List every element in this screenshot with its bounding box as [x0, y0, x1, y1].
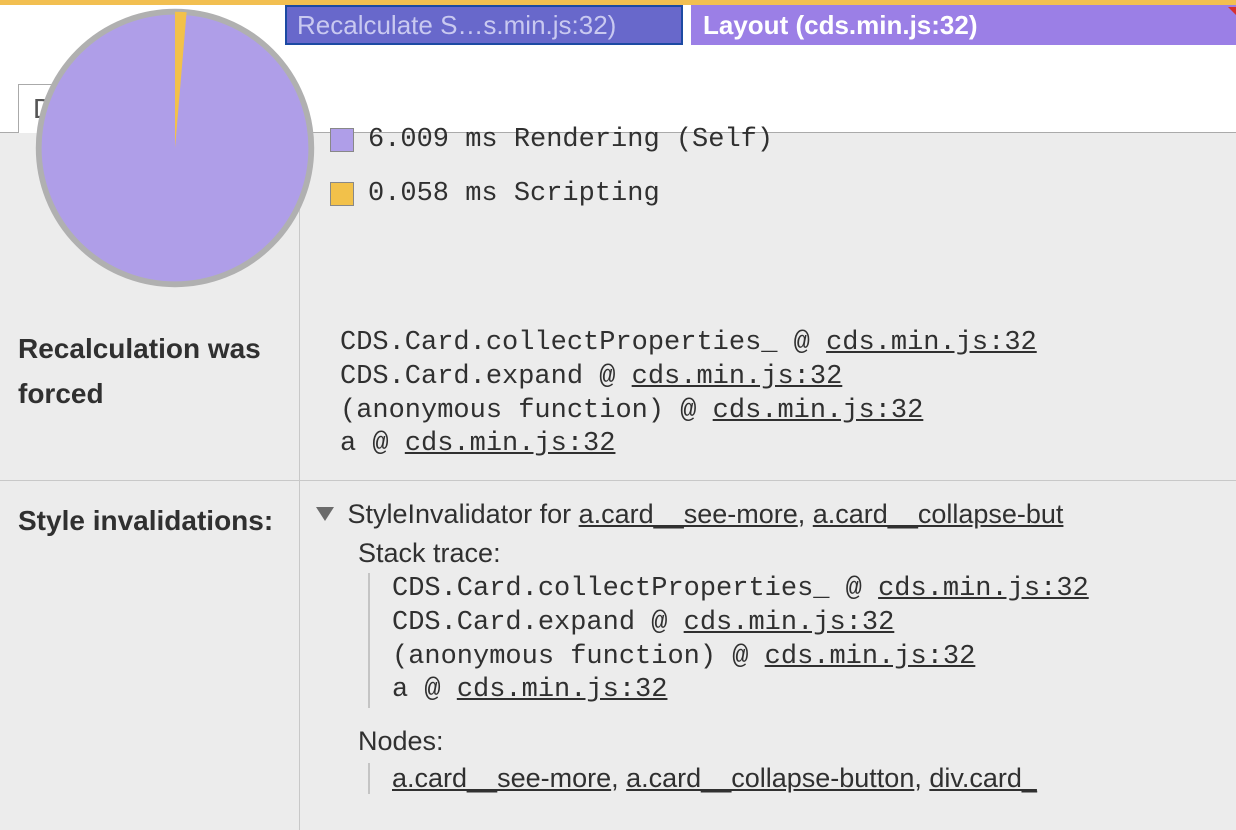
stack-source-link[interactable]: cds.min.js:32: [713, 396, 924, 426]
nodes-label: Nodes:: [358, 726, 1236, 757]
row-label: Recalculation was forced: [0, 309, 300, 480]
stack-source-link[interactable]: cds.min.js:32: [457, 675, 668, 705]
stack-at: @: [635, 608, 684, 638]
stack-fn: CDS.Card.collectProperties_: [392, 574, 829, 604]
disclosure-triangle-icon[interactable]: [316, 507, 334, 521]
legend-swatch-rendering-icon: [330, 128, 354, 152]
stack-at: @: [777, 328, 826, 358]
sep: ,: [914, 763, 929, 793]
stack-source-link[interactable]: cds.min.js:32: [684, 608, 895, 638]
stack-trace-section: Stack trace: CDS.Card.collectProperties_…: [358, 538, 1236, 794]
stack-trace-block: CDS.Card.collectProperties_ @ cds.min.js…: [368, 573, 1236, 708]
invalidator-prefix: StyleInvalidator for: [348, 499, 579, 529]
stack-source-link[interactable]: cds.min.js:32: [405, 429, 616, 459]
flame-bar-label: Recalculate S…s.min.js:32): [297, 10, 616, 41]
node-link[interactable]: a.card__see-more: [392, 763, 611, 793]
colon: :: [493, 538, 501, 568]
stack-at: @: [356, 429, 405, 459]
sep: ,: [611, 763, 626, 793]
stack-at: @: [829, 574, 878, 604]
legend-item-scripting: 0.058 ms Scripting: [330, 179, 773, 209]
stack-fn: a: [340, 429, 356, 459]
stack-source-link[interactable]: cds.min.js:32: [826, 328, 1037, 358]
flame-bar-label: Layout (cds.min.js:32): [703, 10, 978, 41]
stack-frame: a @ cds.min.js:32: [340, 428, 1236, 462]
row-value-tree: StyleInvalidator for a.card__see-more, a…: [300, 481, 1236, 830]
row-label: Style invalidations:: [0, 481, 300, 830]
pie-chart-icon: [30, 3, 320, 293]
stack-frame: CDS.Card.collectProperties_ @ cds.min.js…: [392, 573, 1236, 607]
stack-frame: CDS.Card.expand @ cds.min.js:32: [340, 361, 1236, 395]
node-link[interactable]: a.card__collapse-button: [626, 763, 914, 793]
stack-frame: CDS.Card.expand @ cds.min.js:32: [392, 607, 1236, 641]
stack-frame: (anonymous function) @ cds.min.js:32: [392, 641, 1236, 675]
invalidator-node-link[interactable]: a.card__see-more: [579, 499, 798, 529]
sep: ,: [798, 499, 813, 529]
stack-source-link[interactable]: cds.min.js:32: [765, 642, 976, 672]
node-link[interactable]: div.card_: [929, 763, 1037, 793]
row-value-stack: CDS.Card.collectProperties_ @ cds.min.js…: [300, 309, 1236, 480]
stack-frame: a @ cds.min.js:32: [392, 674, 1236, 708]
nodes-block: a.card__see-more, a.card__collapse-butto…: [368, 763, 1236, 794]
stack-frame: (anonymous function) @ cds.min.js:32: [340, 395, 1236, 429]
stack-fn: CDS.Card.expand: [392, 608, 635, 638]
recalculation-forced-row: Recalculation was forced CDS.Card.collec…: [0, 309, 1236, 481]
stack-fn: a: [392, 675, 408, 705]
pie-chart-cell: [0, 133, 300, 309]
flame-bar-recalculate-style[interactable]: Recalculate S…s.min.js:32): [285, 5, 683, 45]
legend-text: 6.009 ms Rendering (Self): [368, 125, 773, 155]
aggregated-time-row: 6.009 ms Rendering (Self) 0.058 ms Scrip…: [0, 133, 1236, 309]
stack-fn: (anonymous function): [392, 642, 716, 672]
stack-fn: (anonymous function): [340, 396, 664, 426]
invalidator-heading[interactable]: StyleInvalidator for a.card__see-more, a…: [316, 499, 1236, 530]
details-panel: 6.009 ms Rendering (Self) 0.058 ms Scrip…: [0, 133, 1236, 830]
legend-text: 0.058 ms Scripting: [368, 179, 660, 209]
legend-item-rendering: 6.009 ms Rendering (Self): [330, 125, 773, 155]
style-invalidations-row: Style invalidations: StyleInvalidator fo…: [0, 481, 1236, 830]
nodes-list: a.card__see-more, a.card__collapse-butto…: [392, 763, 1236, 794]
stack-trace-label: Stack trace:: [358, 538, 1236, 569]
stack-source-link[interactable]: cds.min.js:32: [878, 574, 1089, 604]
stack-frame: CDS.Card.collectProperties_ @ cds.min.js…: [340, 327, 1236, 361]
stack-at: @: [664, 396, 713, 426]
stack-source-link[interactable]: cds.min.js:32: [632, 362, 843, 392]
nodes-label-text: Nodes: [358, 726, 436, 756]
stack-at: @: [716, 642, 765, 672]
stack-at: @: [408, 675, 457, 705]
pie-legend: 6.009 ms Rendering (Self) 0.058 ms Scrip…: [300, 133, 773, 233]
legend-swatch-scripting-icon: [330, 182, 354, 206]
colon: :: [436, 726, 444, 756]
stack-trace-label-text: Stack trace: [358, 538, 493, 568]
stack-at: @: [583, 362, 632, 392]
stack-fn: CDS.Card.expand: [340, 362, 583, 392]
flame-bar-layout[interactable]: Layout (cds.min.js:32): [691, 5, 1236, 45]
stack-fn: CDS.Card.collectProperties_: [340, 328, 777, 358]
invalidator-node-link[interactable]: a.card__collapse-but: [813, 499, 1064, 529]
